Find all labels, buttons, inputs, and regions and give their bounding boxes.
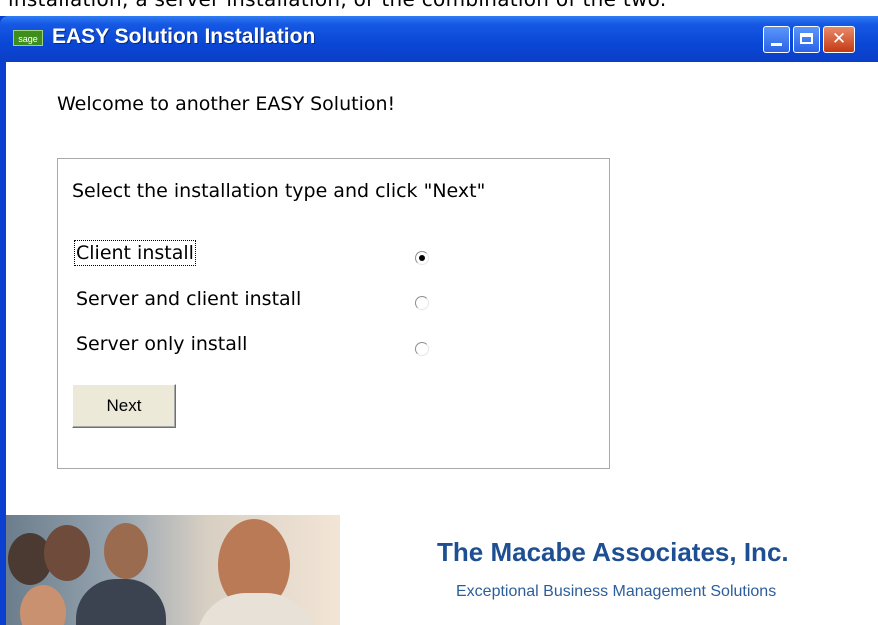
- company-tagline: Exceptional Business Management Solution…: [456, 583, 777, 600]
- person-body-left: [76, 579, 166, 625]
- person-front-woman: [20, 585, 66, 625]
- maximize-icon: [800, 33, 813, 44]
- minimize-button[interactable]: [763, 26, 790, 53]
- next-button[interactable]: Next: [72, 384, 176, 428]
- title-bar[interactable]: sage EASY Solution Installation ✕: [0, 16, 878, 62]
- install-type-group: Select the installation type and click "…: [57, 158, 610, 469]
- maximize-button[interactable]: [793, 26, 820, 53]
- close-icon: ✕: [831, 29, 847, 49]
- person-center-man: [104, 523, 148, 579]
- radio-server-and-client-install[interactable]: [415, 296, 429, 310]
- minimize-icon: [771, 43, 782, 46]
- instruction-text: Select the installation type and click "…: [72, 180, 486, 202]
- window-client-area: Welcome to another EASY Solution! Select…: [6, 62, 878, 625]
- person-body-right: [196, 593, 316, 625]
- installer-window: sage EASY Solution Installation ✕ Welcom…: [0, 16, 878, 625]
- background-caption: installation, a server installation, or …: [8, 0, 667, 11]
- person-left-middle: [44, 525, 90, 581]
- radio-server-only-install[interactable]: [415, 342, 429, 356]
- option-label-server-only[interactable]: Server only install: [76, 333, 247, 355]
- option-label-server-and-client[interactable]: Server and client install: [76, 288, 301, 310]
- welcome-text: Welcome to another EASY Solution!: [57, 93, 396, 115]
- close-button[interactable]: ✕: [823, 26, 855, 53]
- window-title: EASY Solution Installation: [52, 25, 316, 48]
- radio-client-install[interactable]: [415, 251, 429, 265]
- sage-logo: sage: [13, 30, 43, 46]
- option-label-client[interactable]: Client install: [74, 240, 196, 266]
- company-name: The Macabe Associates, Inc.: [437, 537, 789, 567]
- business-people-photo: [6, 515, 340, 625]
